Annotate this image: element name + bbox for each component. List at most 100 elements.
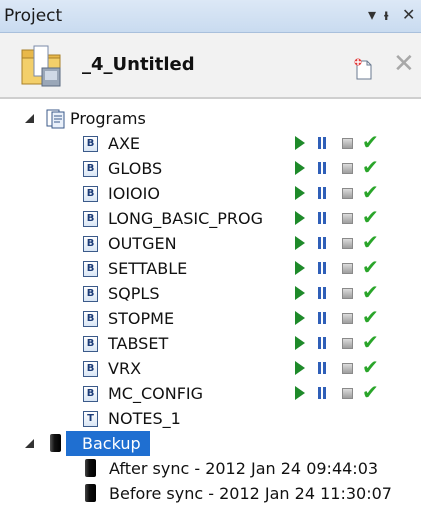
program-label: SETTABLE (108, 259, 188, 278)
program-item[interactable]: B VRX ✔ (0, 356, 421, 381)
pause-program-icon[interactable] (318, 212, 327, 224)
program-label: VRX (108, 359, 142, 378)
program-label: NOTES_1 (108, 409, 181, 428)
stop-program-icon[interactable] (342, 213, 353, 224)
run-program-icon[interactable] (295, 261, 305, 275)
basic-program-icon: B (83, 261, 98, 277)
program-ok-check-icon: ✔ (362, 180, 379, 204)
close-panel-icon[interactable]: ✕ (402, 4, 415, 26)
stop-program-icon[interactable] (342, 313, 353, 324)
basic-program-icon: B (83, 136, 98, 152)
stop-program-icon[interactable] (342, 138, 353, 149)
stop-program-icon[interactable] (342, 388, 353, 399)
programs-folder-icon (44, 109, 68, 133)
program-label: LONG_BASIC_PROG (108, 209, 264, 228)
panel-menu-dropdown-icon[interactable]: ▾ (368, 4, 376, 26)
collapse-programs-icon[interactable] (25, 114, 34, 123)
basic-program-icon: B (83, 161, 98, 177)
run-program-icon[interactable] (295, 136, 305, 150)
program-ok-check-icon: ✔ (362, 380, 379, 404)
pause-program-icon[interactable] (318, 287, 327, 299)
program-item[interactable]: B SQPLS ✔ (0, 281, 421, 306)
program-item[interactable]: B MC_CONFIG ✔ (0, 381, 421, 406)
project-tree: Programs B AXE ✔ B GLOBS ✔ B IOIOIO ✔ B … (0, 99, 421, 509)
pause-program-icon[interactable] (318, 312, 327, 324)
run-program-icon[interactable] (295, 286, 305, 300)
pause-program-icon[interactable] (318, 162, 327, 174)
stop-program-icon[interactable] (342, 363, 353, 374)
basic-program-icon: B (83, 386, 98, 402)
text-file-icon: T (83, 411, 98, 427)
pin-icon[interactable]: ᵼ (384, 4, 388, 26)
backup-snapshot-icon (85, 484, 96, 502)
pause-program-icon[interactable] (318, 337, 327, 349)
program-item[interactable]: B IOIOIO ✔ (0, 181, 421, 206)
program-item[interactable]: B TABSET ✔ (0, 331, 421, 356)
run-program-icon[interactable] (295, 211, 305, 225)
stop-program-icon[interactable] (342, 163, 353, 174)
program-ok-check-icon: ✔ (362, 155, 379, 179)
program-label: IOIOIO (108, 184, 160, 203)
project-name: _4_Untitled (82, 54, 195, 75)
pause-program-icon[interactable] (318, 362, 327, 374)
program-ok-check-icon: ✔ (362, 305, 379, 329)
program-label: MC_CONFIG (108, 384, 204, 403)
program-label: OUTGEN (108, 234, 177, 253)
program-label: STOPME (108, 309, 175, 328)
basic-program-icon: B (83, 236, 98, 252)
pause-program-icon[interactable] (318, 137, 327, 149)
program-label: SQPLS (108, 284, 160, 303)
program-item[interactable]: B AXE ✔ (0, 131, 421, 156)
tree-node-programs[interactable]: Programs (0, 106, 421, 131)
backup-snapshot-label: After sync - 2012 Jan 24 09:44:03 (109, 459, 379, 478)
program-label: GLOBS (108, 159, 163, 178)
programs-label: Programs (70, 109, 146, 128)
basic-program-icon: B (83, 336, 98, 352)
program-ok-check-icon: ✔ (362, 205, 379, 229)
basic-program-icon: B (83, 286, 98, 302)
stop-program-icon[interactable] (342, 238, 353, 249)
basic-program-icon: B (83, 186, 98, 202)
pause-program-icon[interactable] (318, 187, 327, 199)
project-header: _4_Untitled ✕ (0, 33, 421, 99)
program-label: AXE (108, 134, 141, 153)
run-program-icon[interactable] (295, 386, 305, 400)
project-panel: Project ▾ ᵼ ✕ _4_Untitled ✕ Programs B A… (0, 0, 421, 509)
backup-label: Backup (82, 434, 141, 453)
tree-node-backup[interactable]: Backup (0, 431, 421, 456)
run-program-icon[interactable] (295, 161, 305, 175)
program-ok-check-icon: ✔ (362, 280, 379, 304)
backup-snapshot-icon (85, 459, 96, 477)
pause-program-icon[interactable] (318, 262, 327, 274)
backup-snapshot-item[interactable]: After sync - 2012 Jan 24 09:44:03 (0, 456, 421, 481)
run-program-icon[interactable] (295, 311, 305, 325)
program-item[interactable]: T NOTES_1 (0, 406, 421, 431)
program-item[interactable]: B LONG_BASIC_PROG ✔ (0, 206, 421, 231)
run-program-icon[interactable] (295, 361, 305, 375)
stop-program-icon[interactable] (342, 338, 353, 349)
program-ok-check-icon: ✔ (362, 230, 379, 254)
run-program-icon[interactable] (295, 236, 305, 250)
stop-program-icon[interactable] (342, 188, 353, 199)
new-file-icon[interactable] (352, 57, 374, 85)
backup-snapshot-label: Before sync - 2012 Jan 24 11:30:07 (109, 484, 392, 503)
panel-title: Project (4, 6, 63, 26)
project-folder-icon (20, 42, 64, 92)
program-item[interactable]: B OUTGEN ✔ (0, 231, 421, 256)
remove-project-icon[interactable]: ✕ (393, 51, 415, 77)
run-program-icon[interactable] (295, 186, 305, 200)
run-program-icon[interactable] (295, 336, 305, 350)
stop-program-icon[interactable] (342, 288, 353, 299)
basic-program-icon: B (83, 361, 98, 377)
backup-snapshot-item[interactable]: Before sync - 2012 Jan 24 11:30:07 (0, 481, 421, 506)
stop-program-icon[interactable] (342, 263, 353, 274)
pause-program-icon[interactable] (318, 387, 327, 399)
collapse-backup-icon[interactable] (25, 439, 34, 448)
program-ok-check-icon: ✔ (362, 255, 379, 279)
program-item[interactable]: B STOPME ✔ (0, 306, 421, 331)
program-item[interactable]: B GLOBS ✔ (0, 156, 421, 181)
pause-program-icon[interactable] (318, 237, 327, 249)
program-label: TABSET (108, 334, 169, 353)
program-item[interactable]: B SETTABLE ✔ (0, 256, 421, 281)
program-ok-check-icon: ✔ (362, 330, 379, 354)
